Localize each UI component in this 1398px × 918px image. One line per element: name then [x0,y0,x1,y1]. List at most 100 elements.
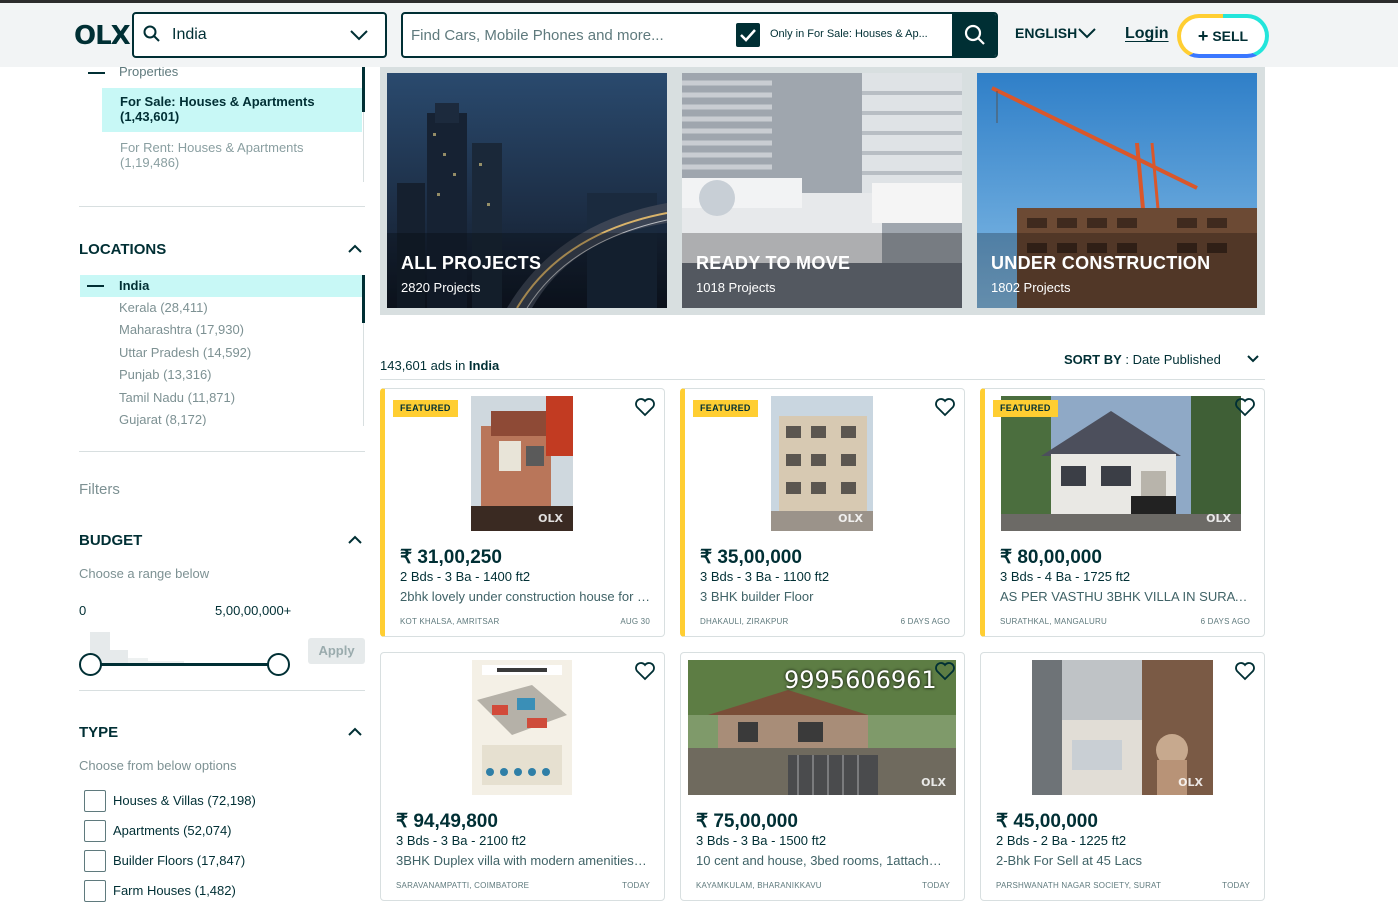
only-in-category-label: Only in For Sale: Houses & Ap... [770,28,928,40]
budget-slider-track[interactable] [90,663,278,666]
location-item[interactable]: Punjab (13,316) [119,367,212,382]
listing-card[interactable]: FEATURED OLX ₹ 31,00,250 2 Bds - 3 Ba - … [380,388,665,637]
heart-icon[interactable] [1234,397,1256,417]
budget-slider-max-handle[interactable] [267,653,290,676]
budget-min: 0 [79,603,87,618]
heart-icon[interactable] [634,397,656,417]
listing-date: 6 DAYS AGO [900,617,950,626]
location-item[interactable]: Kerala (28,411) [119,300,208,315]
banner-all-projects[interactable]: ALL PROJECTS 2820 Projects [387,73,667,308]
collapse-dash-icon [87,285,104,287]
search-bar: Only in For Sale: Houses & Ap... [401,12,998,58]
chevron-down-icon[interactable] [1076,25,1098,41]
listing-photo: OLX [471,396,573,531]
listing-date: TODAY [622,881,650,890]
listing-card[interactable]: ₹ 94,49,800 3 Bds - 3 Ba - 2100 ft2 3BHK… [380,652,665,901]
listing-location: PARSHWANATH NAGAR SOCIETY, SURAT [996,881,1162,890]
ads-count-prefix: 143,601 ads in [380,358,466,373]
chevron-down-icon[interactable] [348,26,370,44]
apply-button[interactable]: Apply [308,638,365,664]
scroll-indicator [362,275,365,323]
budget-slider-min-handle[interactable] [79,653,102,676]
listing-card[interactable]: FEATURED OLX ₹ 35,00,000 3 Bds - 3 Ba - … [680,388,965,637]
divider [79,206,365,207]
sell-label: SELL [1212,28,1249,44]
search-input[interactable] [411,24,731,46]
budget-max: 5,00,00,000+ [215,603,292,618]
listing-card[interactable]: 9995606961 OLX ₹ 75,00,000 3 Bds - 3 Ba … [680,652,965,901]
location-active[interactable]: India [119,278,149,293]
featured-badge: FEATURED [993,400,1058,417]
listing-location: DHAKAULI, ZIRAKPUR [700,617,789,626]
ads-count: 143,601 ads in India [380,358,499,373]
olx-watermark: OLX [1206,512,1231,525]
type-checkbox[interactable] [84,850,106,872]
type-checkbox[interactable] [84,880,106,902]
heart-icon[interactable] [934,661,956,681]
scroll-indicator [362,67,365,112]
chevron-up-icon[interactable] [347,727,363,737]
listing-card[interactable]: FEATURED OLX ₹ 80,00,000 3 Bds - 4 Ba - … [980,388,1265,637]
location-item[interactable]: Tamil Nadu (11,871) [119,390,235,405]
sell-button[interactable]: + SELL [1177,14,1269,58]
location-input[interactable] [172,24,342,46]
project-banners: ALL PROJECTS 2820 Projects READY TO MOVE… [380,67,1265,315]
heart-icon[interactable] [934,397,956,417]
collapse-dash-icon [88,72,105,74]
listing-title: 2bhk lovely under construction house for… [400,589,652,604]
listing-specs: 2 Bds - 2 Ba - 1225 ft2 [996,833,1127,848]
chevron-up-icon[interactable] [347,535,363,545]
listing-photo: OLX [771,396,873,531]
listing-location: KAYAMKULAM, BHARANIKKAVU [696,881,822,890]
location-item[interactable]: Uttar Pradesh (14,592) [119,345,251,360]
listing-specs: 3 Bds - 3 Ba - 2100 ft2 [396,833,527,848]
featured-badge: FEATURED [693,400,758,417]
header: OLX Only in For Sale: Houses & Ap... ENG… [0,3,1398,67]
category-active[interactable]: For Sale: Houses & Apartments (1,43,601) [102,88,362,132]
listing-photo: OLX [1032,660,1213,795]
listing-price: ₹ 94,49,800 [396,811,498,832]
budget-hint: Choose a range below [79,566,210,581]
ads-count-location: India [468,358,500,373]
heart-icon[interactable] [634,661,656,681]
type-checkbox[interactable] [84,820,106,842]
plus-icon: + [1197,26,1209,46]
checkmark-icon [740,29,756,42]
type-option-label: Farm Houses (1,482) [113,883,236,898]
heart-icon[interactable] [1234,661,1256,681]
location-item[interactable]: Gujarat (8,172) [119,412,206,426]
banner-title: UNDER CONSTRUCTION [991,253,1211,273]
locations-title: LOCATIONS [79,241,167,258]
banner-under-construction[interactable]: UNDER CONSTRUCTION 1802 Projects [977,73,1257,308]
scroll-track [363,323,364,426]
listing-card[interactable]: OLX ₹ 45,00,000 2 Bds - 2 Ba - 1225 ft2 … [980,652,1265,901]
listing-title: 3 BHK builder Floor [700,589,814,604]
search-button[interactable] [952,14,996,56]
type-hint: Choose from below options [79,758,237,773]
listing-location: SURATHKAL, MANGALURU [1000,617,1107,626]
chevron-up-icon[interactable] [347,244,363,254]
chevron-down-icon[interactable] [1247,355,1259,363]
olx-watermark: OLX [1178,776,1203,789]
sort-label: SORT BY [1064,352,1122,367]
sort-value: : Date Published [1125,352,1221,367]
budget-title: BUDGET [79,532,143,549]
location-item[interactable]: Maharashtra (17,930) [119,322,244,337]
listing-specs: 3 Bds - 4 Ba - 1725 ft2 [1000,569,1131,584]
banner-ready-to-move[interactable]: READY TO MOVE 1018 Projects [682,73,962,308]
featured-badge: FEATURED [393,400,458,417]
photo-phone-overlay: 9995606961 [784,666,937,694]
category-other[interactable]: For Rent: Houses & Apartments (1,19,486) [120,140,350,170]
login-link[interactable]: Login [1125,25,1169,43]
divider [79,690,365,691]
language-selector[interactable]: ENGLISH [1015,25,1077,41]
type-checkbox[interactable] [84,790,106,812]
olx-watermark: OLX [838,512,863,525]
only-in-category-checkbox[interactable] [736,23,760,47]
olx-logo[interactable]: OLX [74,21,131,51]
listing-specs: 2 Bds - 3 Ba - 1400 ft2 [400,569,531,584]
location-selector[interactable] [132,12,387,58]
sort-selector[interactable]: SORT BY : Date Published [1064,352,1221,367]
scroll-track [363,112,364,182]
listing-price: ₹ 75,00,000 [696,811,798,832]
